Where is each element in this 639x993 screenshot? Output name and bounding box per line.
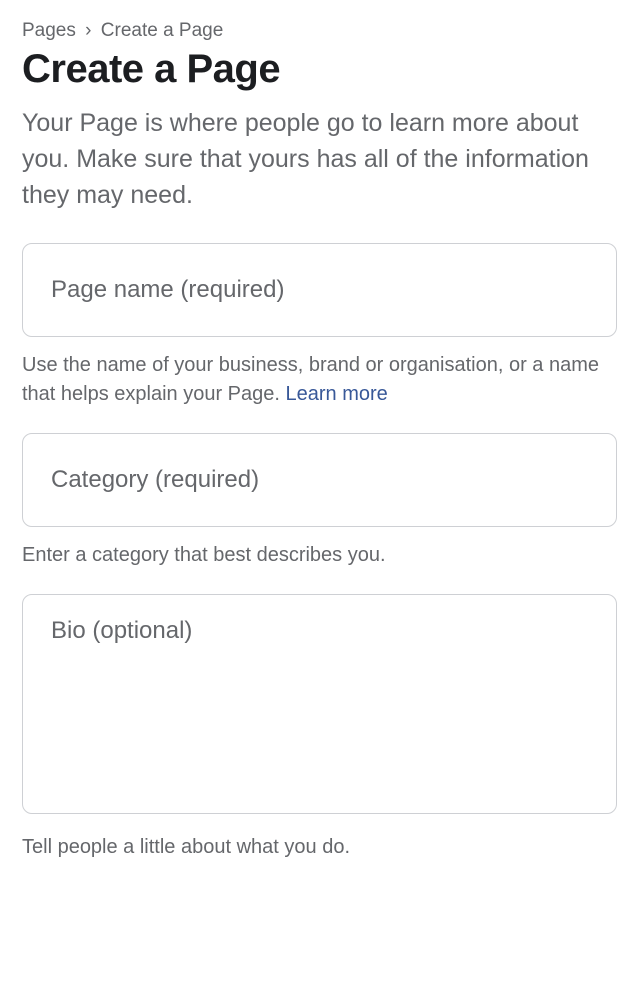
- breadcrumb: Pages › Create a Page: [22, 20, 617, 42]
- page-name-input[interactable]: [22, 243, 617, 337]
- breadcrumb-separator: ›: [85, 20, 91, 41]
- breadcrumb-current: Create a Page: [101, 20, 224, 41]
- page-title: Create a Page: [22, 46, 617, 92]
- category-helper: Enter a category that best describes you…: [22, 541, 617, 570]
- page-name-helper: Use the name of your business, brand or …: [22, 351, 617, 409]
- bio-field-group: Tell people a little about what you do.: [22, 594, 617, 862]
- learn-more-link[interactable]: Learn more: [286, 383, 388, 405]
- page-name-field-group: Use the name of your business, brand or …: [22, 243, 617, 409]
- page-description: Your Page is where people go to learn mo…: [22, 106, 617, 213]
- breadcrumb-parent-link[interactable]: Pages: [22, 20, 76, 41]
- bio-textarea[interactable]: [22, 594, 617, 814]
- bio-helper: Tell people a little about what you do.: [22, 833, 617, 862]
- category-field-group: Enter a category that best describes you…: [22, 433, 617, 570]
- category-input[interactable]: [22, 433, 617, 527]
